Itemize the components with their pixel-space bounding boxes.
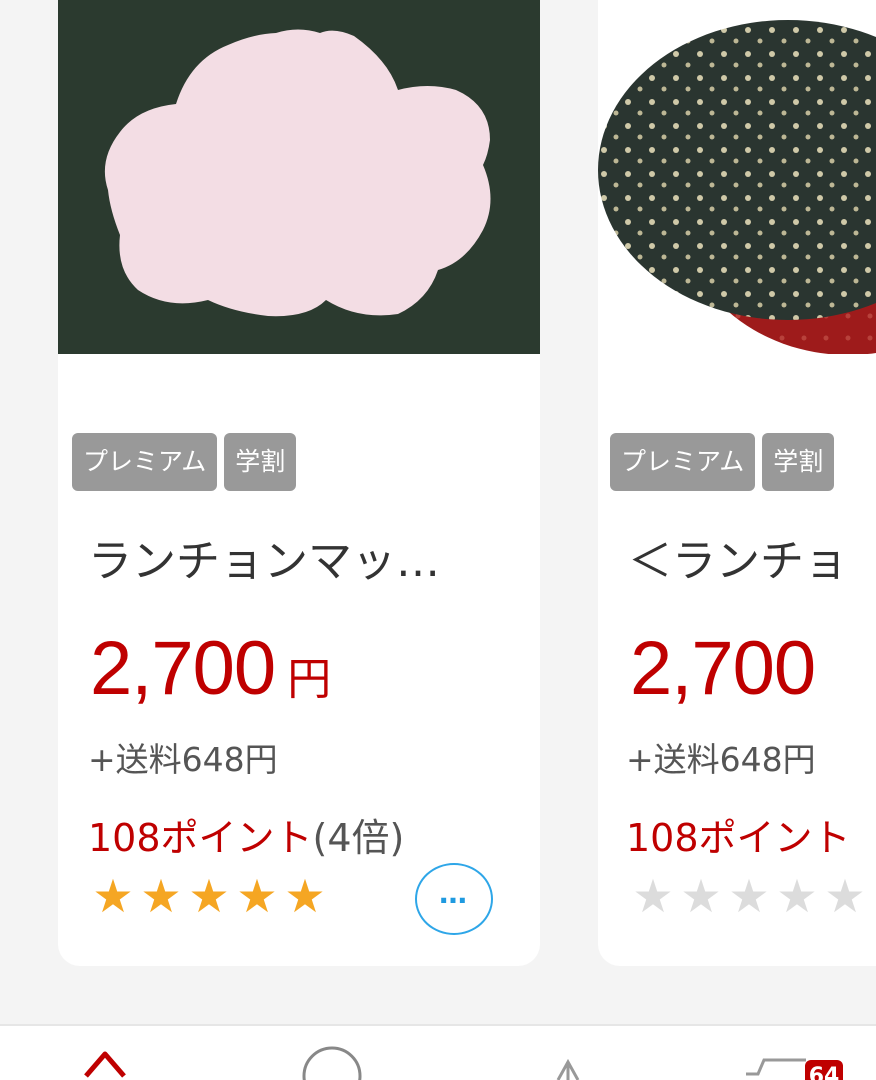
product-price: 2,700 円 [90, 625, 331, 712]
shipping-fee: +送料648円 [626, 740, 816, 779]
product-card[interactable]: プレミアム 学割 ランチョンマッ… 2,700 円 +送料648円 108ポイント… [58, 0, 540, 966]
student-discount-badge: 学割 [762, 433, 835, 491]
price-value: 2,700 [630, 626, 816, 711]
more-options-button[interactable]: … [415, 863, 493, 935]
star-icon: ★ [824, 869, 866, 923]
more-icon: … [439, 877, 469, 910]
badge-group: プレミアム 学割 [72, 433, 297, 491]
screen: プレミアム 学割 ランチョンマッ… 2,700 円 +送料648円 108ポイント… [0, 0, 876, 1080]
rating-stars: ★ ★ ★ ★ ★ [90, 870, 328, 922]
cart-icon[interactable] [740, 1046, 810, 1080]
bottom-nav: 64 [0, 1024, 876, 1080]
points-value: 108ポイント [626, 816, 851, 860]
product-image[interactable] [58, 0, 540, 354]
price-value: 2,700 [90, 626, 276, 711]
star-icon: ★ [776, 869, 818, 923]
notification-icon[interactable] [548, 1040, 588, 1080]
points-info: 108ポイント [626, 807, 851, 862]
product-card[interactable]: プレミアム 学割 ＜ランチョ 2,700 +送料648円 108ポイント ★ ★ ★… [598, 0, 876, 966]
star-icon: ★ [236, 869, 278, 923]
shipping-fee: +送料648円 [88, 740, 278, 779]
star-icon: ★ [188, 869, 230, 923]
star-icon: ★ [140, 869, 182, 923]
product-title[interactable]: ランチョンマッ… [88, 525, 518, 589]
product-price: 2,700 [630, 625, 816, 712]
product-title[interactable]: ＜ランチョ [628, 525, 876, 589]
student-discount-badge: 学割 [224, 433, 297, 491]
star-icon: ★ [728, 869, 770, 923]
premium-badge: プレミアム [72, 433, 218, 491]
points-multiplier: (4倍) [312, 816, 405, 860]
rating-stars: ★ ★ ★ ★ ★ [630, 870, 868, 922]
premium-badge: プレミアム [610, 433, 756, 491]
star-icon: ★ [284, 869, 326, 923]
home-icon[interactable] [80, 1040, 130, 1080]
price-currency: 円 [287, 655, 332, 704]
search-icon[interactable] [300, 1038, 364, 1080]
star-icon: ★ [92, 869, 134, 923]
badge-group: プレミアム 学割 [610, 433, 835, 491]
points-value: 108ポイント [88, 816, 313, 860]
points-info: 108ポイント(4倍) [88, 807, 404, 862]
cart-badge: 64 [805, 1060, 843, 1080]
star-icon: ★ [632, 869, 674, 923]
star-icon: ★ [680, 869, 722, 923]
product-image[interactable] [598, 0, 876, 354]
